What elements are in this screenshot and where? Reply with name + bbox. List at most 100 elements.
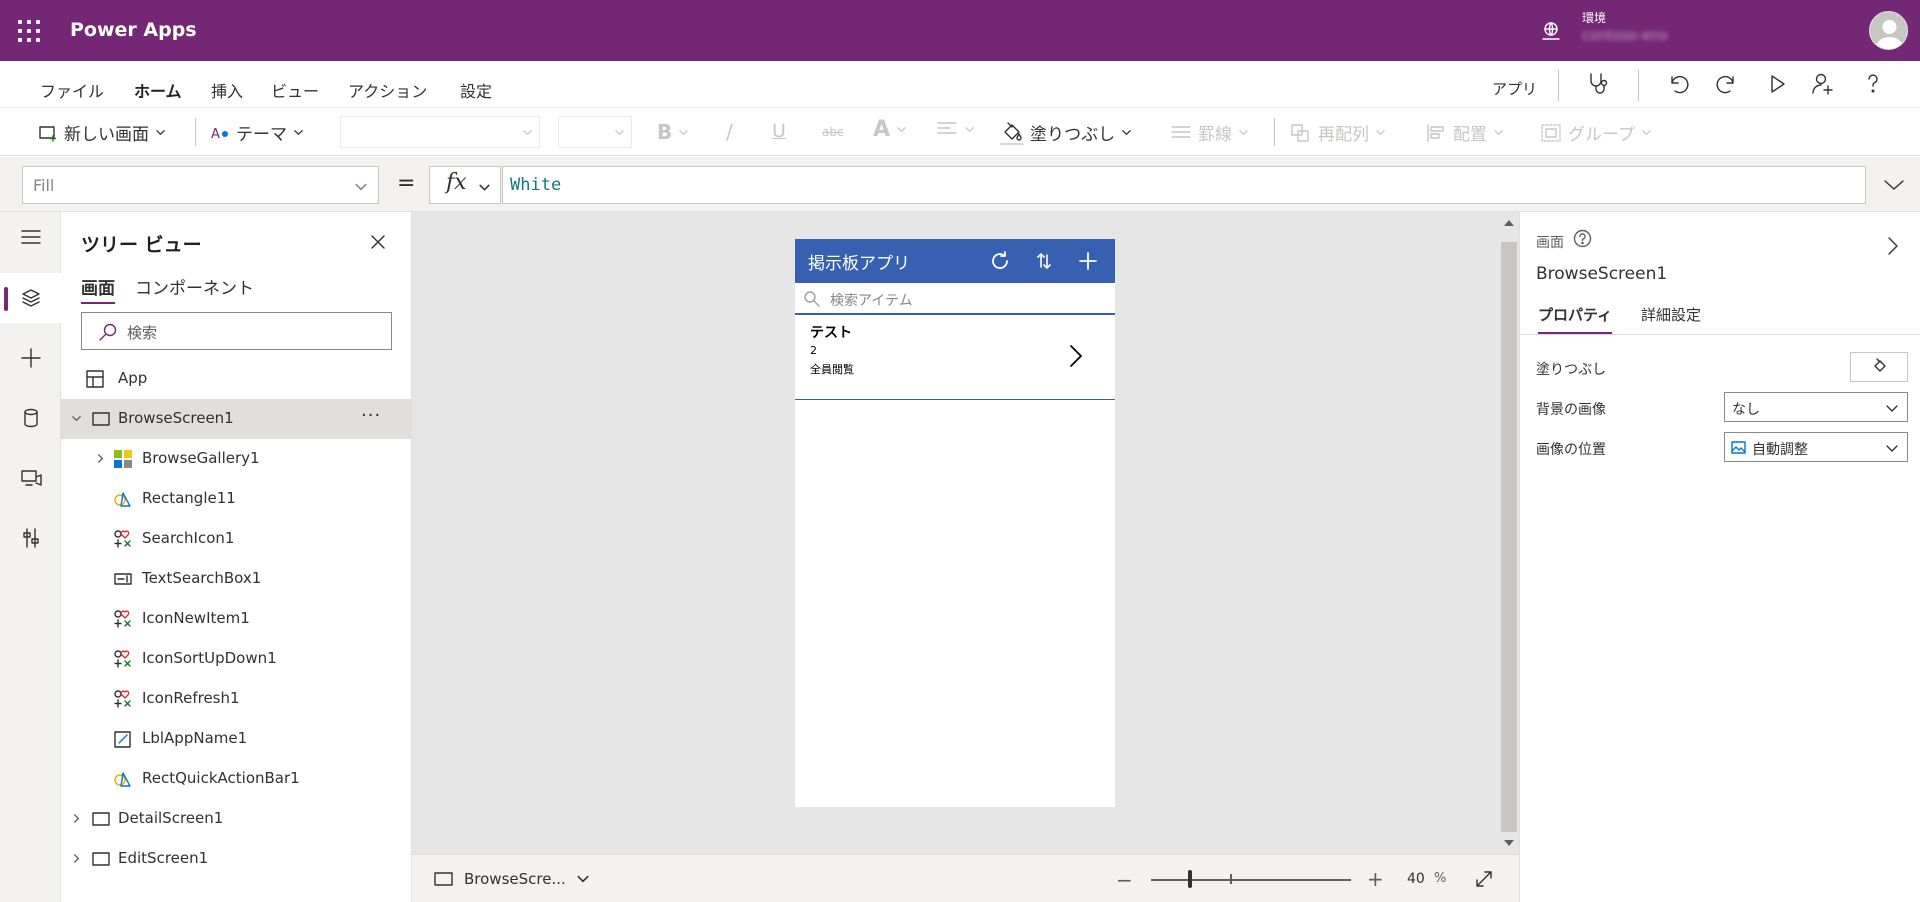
- tab-properties[interactable]: プロパティ: [1538, 304, 1613, 335]
- play-icon[interactable]: [1764, 71, 1790, 97]
- media-icon[interactable]: [0, 453, 61, 503]
- chevron-down-icon: [355, 183, 367, 191]
- image-position-select[interactable]: 自動調整: [1724, 432, 1908, 462]
- redo-icon[interactable]: [1714, 71, 1740, 97]
- advanced-tools-icon[interactable]: [0, 513, 61, 563]
- help-icon[interactable]: [1860, 71, 1886, 97]
- tree-item-iconrefresh1[interactable]: IconRefresh1: [61, 679, 411, 719]
- environment-icon[interactable]: [1540, 20, 1562, 42]
- chevron-right-icon[interactable]: [95, 453, 106, 464]
- app-checker-label[interactable]: アプリ: [1492, 78, 1537, 99]
- underline-button[interactable]: U: [772, 120, 786, 142]
- reorder-button[interactable]: 再配列: [1290, 120, 1386, 145]
- stethoscope-icon[interactable]: [1585, 71, 1611, 97]
- tree-item-searchicon1[interactable]: SearchIcon1: [61, 519, 411, 559]
- add-icon[interactable]: [1076, 249, 1100, 273]
- zoom-value[interactable]: 40: [1407, 871, 1425, 887]
- close-icon[interactable]: [369, 233, 387, 251]
- undo-icon[interactable]: [1665, 71, 1691, 97]
- tree-view-panel: ツリー ビュー 画面 コンポーネント 検索 App BrowseScreen1 …: [61, 212, 412, 902]
- chevron-down-icon: [156, 130, 165, 135]
- avatar[interactable]: [1869, 11, 1908, 50]
- expand-formula-icon[interactable]: [1883, 177, 1905, 193]
- scroll-up-arrow[interactable]: [1504, 220, 1514, 226]
- image-position-value: 自動調整: [1752, 442, 1808, 458]
- tree-item-iconnewitem1[interactable]: IconNewItem1: [61, 599, 411, 639]
- zoom-slider[interactable]: [1151, 879, 1351, 881]
- collapse-panel-icon[interactable]: [1887, 236, 1899, 256]
- scroll-down-arrow[interactable]: [1504, 840, 1514, 846]
- border-button[interactable]: 罫線: [1170, 120, 1249, 145]
- refresh-icon[interactable]: [988, 249, 1012, 273]
- insert-icon[interactable]: [0, 333, 61, 383]
- tree-item-rectangle11[interactable]: Rectangle11: [61, 479, 411, 519]
- tree-item-editscreen1[interactable]: EditScreen1: [61, 839, 411, 879]
- property-select[interactable]: Fill: [22, 166, 379, 204]
- chevron-right-icon[interactable]: [71, 813, 82, 824]
- tree-item-browsegallery1[interactable]: BrowseGallery1: [61, 439, 411, 479]
- theme-button[interactable]: A テーマ: [210, 120, 304, 145]
- tree-search-input[interactable]: 検索: [81, 312, 392, 350]
- hamburger-menu-icon[interactable]: [0, 212, 61, 262]
- tab-insert[interactable]: 挿入: [211, 78, 243, 102]
- chevron-right-icon[interactable]: [1063, 341, 1087, 371]
- help-icon[interactable]: [1573, 229, 1592, 248]
- search-box-placeholder: 検索アイテム: [830, 293, 913, 309]
- app-header-bar[interactable]: 掲示板アプリ: [795, 239, 1115, 283]
- chevron-right-icon[interactable]: [71, 853, 82, 864]
- sort-up-down-icon[interactable]: [1032, 249, 1056, 273]
- tree-view-icon[interactable]: [0, 273, 61, 323]
- tree-item-detailscreen1[interactable]: DetailScreen1: [61, 799, 411, 839]
- app-name-label[interactable]: 掲示板アプリ: [808, 249, 910, 274]
- tab-file[interactable]: ファイル: [40, 78, 104, 102]
- tree-item-app[interactable]: App: [61, 359, 411, 399]
- environment-value[interactable]: contoso-env: [1582, 28, 1668, 44]
- font-color-button[interactable]: A: [873, 117, 907, 142]
- tree-item-browsescreen1[interactable]: BrowseScreen1 ···: [61, 399, 411, 439]
- reorder-icon: [1291, 123, 1309, 142]
- tab-components[interactable]: コンポーネント: [135, 274, 254, 299]
- zoom-in-button[interactable]: +: [1367, 867, 1384, 891]
- tree-item-rectquickactionbar1[interactable]: RectQuickActionBar1: [61, 759, 411, 799]
- gallery-item-title: テスト: [810, 325, 852, 341]
- fill-button[interactable]: 塗りつぶし: [1000, 120, 1132, 145]
- control-name[interactable]: BrowseScreen1: [1536, 264, 1667, 284]
- tab-settings[interactable]: 設定: [460, 78, 492, 102]
- new-screen-button[interactable]: 新しい画面: [38, 120, 166, 145]
- app-launcher-icon[interactable]: [18, 20, 40, 42]
- screen-selector[interactable]: BrowseScre...: [434, 870, 590, 888]
- share-user-icon[interactable]: [1810, 71, 1836, 97]
- search-box[interactable]: 検索アイテム: [795, 283, 1115, 315]
- font-size-select[interactable]: [558, 116, 632, 148]
- fx-button[interactable]: fx: [429, 166, 501, 204]
- icons-icon: [114, 690, 131, 708]
- italic-button[interactable]: /: [726, 120, 733, 144]
- tab-advanced[interactable]: 詳細設定: [1641, 304, 1701, 325]
- chevron-down-icon[interactable]: [71, 413, 82, 424]
- fill-color-picker[interactable]: [1850, 352, 1908, 382]
- tree-item-textsearchbox1[interactable]: TextSearchBox1: [61, 559, 411, 599]
- data-icon[interactable]: [0, 393, 61, 443]
- tab-screens[interactable]: 画面: [81, 274, 115, 304]
- zoom-out-button[interactable]: −: [1116, 868, 1133, 892]
- align-button[interactable]: 配置: [1425, 120, 1504, 145]
- scrollbar-thumb[interactable]: [1501, 242, 1517, 832]
- font-family-select[interactable]: [340, 116, 540, 148]
- tree-item-iconsortupdown1[interactable]: IconSortUpDown1: [61, 639, 411, 679]
- tree-item-lblappname1[interactable]: LblAppName1: [61, 719, 411, 759]
- tab-view[interactable]: ビュー: [271, 78, 319, 102]
- background-image-select[interactable]: なし: [1724, 392, 1908, 422]
- canvas-scrollbar[interactable]: [1499, 212, 1519, 854]
- strikethrough-button[interactable]: abc: [822, 125, 844, 139]
- tab-action[interactable]: アクション: [348, 78, 427, 102]
- more-options-icon[interactable]: ···: [361, 405, 381, 426]
- group-button[interactable]: グループ: [1540, 120, 1652, 145]
- tab-home[interactable]: ホーム: [134, 78, 182, 109]
- gallery-item[interactable]: テスト 2 全員閲覧: [795, 315, 1115, 400]
- zoom-slider-thumb[interactable]: [1188, 870, 1192, 888]
- fit-to-window-icon[interactable]: [1474, 869, 1494, 889]
- app-screen-preview[interactable]: 掲示板アプリ 検索アイテム テスト 2 全員閲覧: [795, 239, 1115, 807]
- formula-input[interactable]: White: [502, 166, 1866, 204]
- text-align-button[interactable]: [936, 120, 975, 138]
- bold-button[interactable]: B: [657, 120, 689, 144]
